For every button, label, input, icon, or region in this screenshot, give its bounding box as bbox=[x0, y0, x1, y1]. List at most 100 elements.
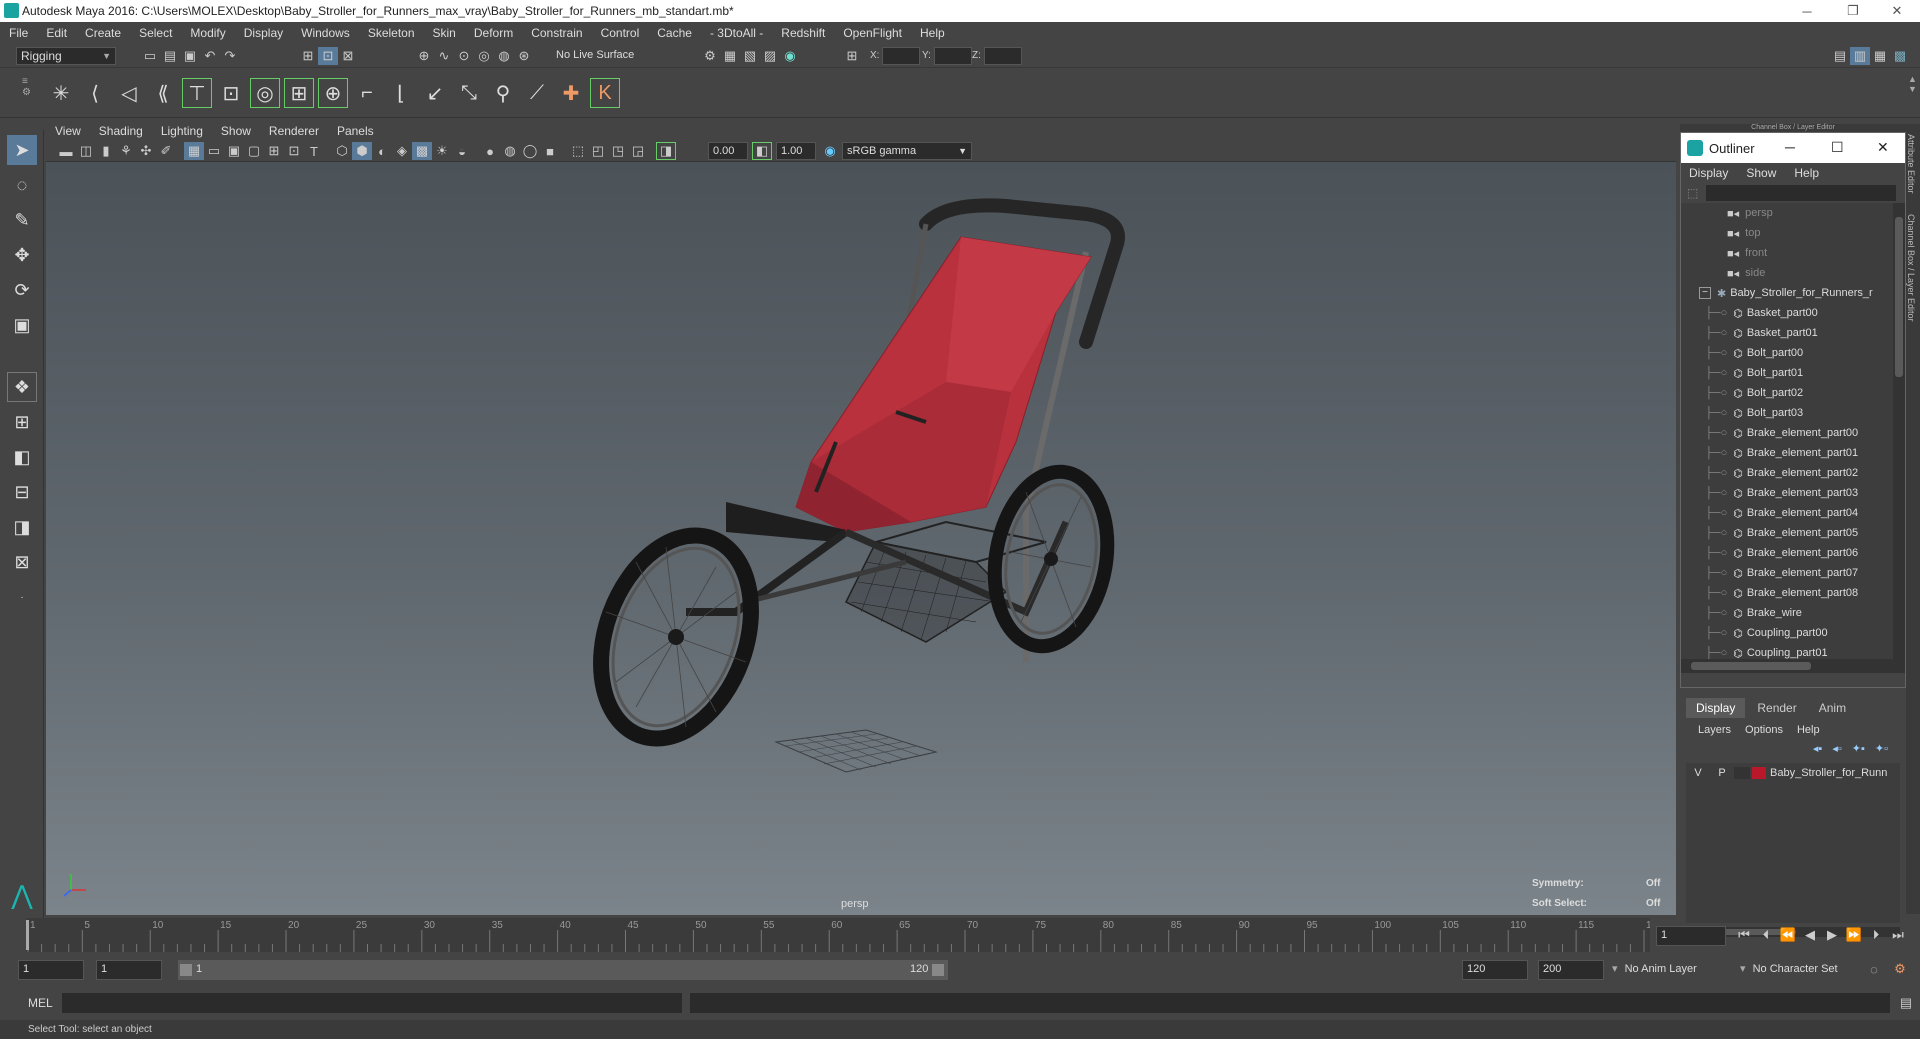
playback-start-field[interactable]: 1 bbox=[96, 960, 162, 980]
menu-set-dropdown[interactable]: Rigging bbox=[16, 47, 116, 65]
insert-joint-icon[interactable]: ⟨ bbox=[80, 78, 110, 108]
xray-icon[interactable]: ◰ bbox=[588, 142, 608, 160]
outliner-item[interactable]: ├─○ ⌬ Bolt_part01 bbox=[1681, 363, 1905, 383]
gamma-icon[interactable]: ◧ bbox=[752, 142, 772, 160]
shadows-icon[interactable]: ◒ bbox=[452, 142, 472, 160]
menu-3dtoall[interactable]: - 3DtoAll - bbox=[701, 26, 772, 40]
outliner-root-group[interactable]: − ✱ Baby_Stroller_for_Runners_r bbox=[1681, 283, 1905, 303]
joint-tool-icon[interactable]: ✳ bbox=[46, 78, 76, 108]
depth-of-field-icon[interactable]: ■ bbox=[540, 142, 560, 160]
maximize-button[interactable]: ❐ bbox=[1830, 0, 1876, 22]
outliner-camera-top[interactable]: ■◂ top bbox=[1681, 223, 1905, 243]
menu-skeleton[interactable]: Skeleton bbox=[359, 26, 424, 40]
outliner-hscrollbar[interactable] bbox=[1681, 659, 1905, 673]
view-transform-dropdown[interactable]: sRGB gamma ▼ bbox=[842, 142, 972, 160]
script-language-toggle[interactable]: MEL bbox=[28, 996, 53, 1010]
outliner-scrollbar[interactable] bbox=[1893, 203, 1905, 659]
cluster-handle-icon[interactable]: K bbox=[590, 78, 620, 108]
outliner-item[interactable]: ├─○ ⌬ Brake_element_part01 bbox=[1681, 443, 1905, 463]
outliner-item[interactable]: ├─○ ⌬ Brake_element_part03 bbox=[1681, 483, 1905, 503]
menu-help[interactable]: Help bbox=[911, 26, 954, 40]
command-input[interactable] bbox=[62, 993, 682, 1013]
outliner-item[interactable]: ├─○ ⌬ Bolt_part00 bbox=[1681, 343, 1905, 363]
outliner-search-input[interactable] bbox=[1706, 185, 1897, 201]
select-camera-icon[interactable]: ▬ bbox=[56, 142, 76, 160]
go-to-start-icon[interactable]: ⏮ bbox=[1734, 926, 1754, 944]
layer-type-toggle[interactable] bbox=[1734, 767, 1750, 779]
lasso-tool-icon[interactable]: ◌ bbox=[7, 170, 37, 200]
layer-menu-options[interactable]: Options bbox=[1745, 724, 1783, 736]
layer-menu-help[interactable]: Help bbox=[1797, 724, 1820, 736]
outliner-item[interactable]: ├─○ ⌬ Brake_element_part08 bbox=[1681, 583, 1905, 603]
camera-attributes-icon[interactable]: ◫ bbox=[76, 142, 96, 160]
menu-cache[interactable]: Cache bbox=[648, 26, 701, 40]
textured-icon[interactable]: ▩ bbox=[412, 142, 432, 160]
menu-create[interactable]: Create bbox=[76, 26, 130, 40]
aim-constraint-icon[interactable]: ⌊ bbox=[386, 78, 416, 108]
select-object-icon[interactable]: ⊡ bbox=[318, 47, 338, 65]
single-perspective-layout-icon[interactable]: ❖ bbox=[7, 372, 37, 402]
channel-box-header[interactable]: Channel Box / Layer Editor bbox=[1680, 124, 1906, 132]
use-default-material-icon[interactable]: ◐ bbox=[372, 142, 392, 160]
color-management-icon[interactable]: ◉ bbox=[820, 142, 840, 160]
playback-end-field[interactable]: 120 bbox=[1462, 960, 1528, 980]
layer-visibility-toggle[interactable]: V bbox=[1686, 767, 1710, 779]
menu-openflight[interactable]: OpenFlight bbox=[834, 26, 911, 40]
multisample-aa-icon[interactable]: ◯ bbox=[520, 142, 540, 160]
outliner-item[interactable]: ├─○ ⌬ Brake_wire bbox=[1681, 603, 1905, 623]
layer-tab-anim[interactable]: Anim bbox=[1809, 698, 1856, 718]
render-frame-icon[interactable]: ▦ bbox=[720, 47, 740, 65]
outliner-item[interactable]: ├─○ ⌬ Bolt_part03 bbox=[1681, 403, 1905, 423]
outliner-item[interactable]: ├─○ ⌬ Brake_element_part06 bbox=[1681, 543, 1905, 563]
render-settings-icon[interactable]: ⚙ bbox=[700, 47, 720, 65]
outliner-minimize-button[interactable]: ─ bbox=[1785, 139, 1795, 155]
perspective-viewport[interactable]: persp Symmetry: Off Soft Select: Off bbox=[46, 162, 1676, 915]
current-frame-field[interactable]: 1 bbox=[1656, 926, 1726, 946]
menu-deform[interactable]: Deform bbox=[465, 26, 522, 40]
animation-preferences-icon[interactable]: ⚙ bbox=[1890, 960, 1910, 978]
select-hierarchy-icon[interactable]: ⊞ bbox=[298, 47, 318, 65]
layer-tab-render[interactable]: Render bbox=[1747, 698, 1806, 718]
script-editor-icon[interactable]: ▤ bbox=[1896, 994, 1916, 1012]
screen-space-ao-icon[interactable]: ● bbox=[480, 142, 500, 160]
y-field[interactable] bbox=[934, 47, 972, 65]
outliner-item[interactable]: ├─○ ⌬ Brake_element_part05 bbox=[1681, 523, 1905, 543]
xray-active-icon[interactable]: ◳ bbox=[608, 142, 628, 160]
gate-mask-icon[interactable]: ▢ bbox=[244, 142, 264, 160]
smooth-shade-icon[interactable]: ⬢ bbox=[352, 142, 372, 160]
panel-menu-view[interactable]: View bbox=[46, 124, 90, 138]
step-forward-key-icon[interactable]: ⏩ bbox=[1844, 926, 1864, 944]
snap-point-icon[interactable]: ⊙ bbox=[454, 47, 474, 65]
move-layer-down-icon[interactable]: ◂▫ bbox=[1832, 742, 1841, 755]
shelf-options-icon[interactable]: ≡ ⚙ bbox=[22, 76, 31, 110]
snap-grid-icon[interactable]: ⊕ bbox=[414, 47, 434, 65]
outliner-menu-help[interactable]: Help bbox=[1794, 166, 1819, 180]
panel-menu-lighting[interactable]: Lighting bbox=[152, 124, 212, 138]
play-backward-icon[interactable]: ◀ bbox=[1800, 926, 1820, 944]
outliner-item[interactable]: ├─○ ⌬ Coupling_part01 bbox=[1681, 643, 1905, 659]
channel-box-toggle-icon[interactable]: ▩ bbox=[1890, 47, 1910, 65]
rotate-tool-icon[interactable]: ⟳ bbox=[7, 275, 37, 305]
cluster-icon[interactable]: ◎ bbox=[250, 78, 280, 108]
outliner-camera-persp[interactable]: ■◂ persp bbox=[1681, 203, 1905, 223]
scale-tool-icon[interactable]: ▣ bbox=[7, 310, 37, 340]
collapse-icon[interactable]: − bbox=[1699, 287, 1711, 299]
x-field[interactable] bbox=[882, 47, 920, 65]
wrap-icon[interactable]: ⊕ bbox=[318, 78, 348, 108]
grid-icon[interactable]: ▦ bbox=[184, 142, 204, 160]
use-all-lights-icon[interactable]: ☀ bbox=[432, 142, 452, 160]
field-chart-icon[interactable]: ⊞ bbox=[264, 142, 284, 160]
character-set-dropdown[interactable]: ▾ No Character Set bbox=[1740, 962, 1880, 975]
select-component-icon[interactable]: ⊠ bbox=[338, 47, 358, 65]
outliner-camera-front[interactable]: ■◂ front bbox=[1681, 243, 1905, 263]
safe-action-icon[interactable]: ⊡ bbox=[284, 142, 304, 160]
menu-modify[interactable]: Modify bbox=[181, 26, 234, 40]
outliner-menu-display[interactable]: Display bbox=[1689, 166, 1728, 180]
select-tool-icon[interactable]: ➤ bbox=[7, 135, 37, 165]
move-layer-up-icon[interactable]: ◂▪ bbox=[1813, 742, 1822, 755]
outliner-menu-show[interactable]: Show bbox=[1746, 166, 1776, 180]
orient-constraint-icon[interactable]: ↙ bbox=[420, 78, 450, 108]
bookmark-icon[interactable]: ▮ bbox=[96, 142, 116, 160]
outliner-item[interactable]: ├─○ ⌬ Brake_element_part04 bbox=[1681, 503, 1905, 523]
render-view-icon[interactable]: ▨ bbox=[760, 47, 780, 65]
